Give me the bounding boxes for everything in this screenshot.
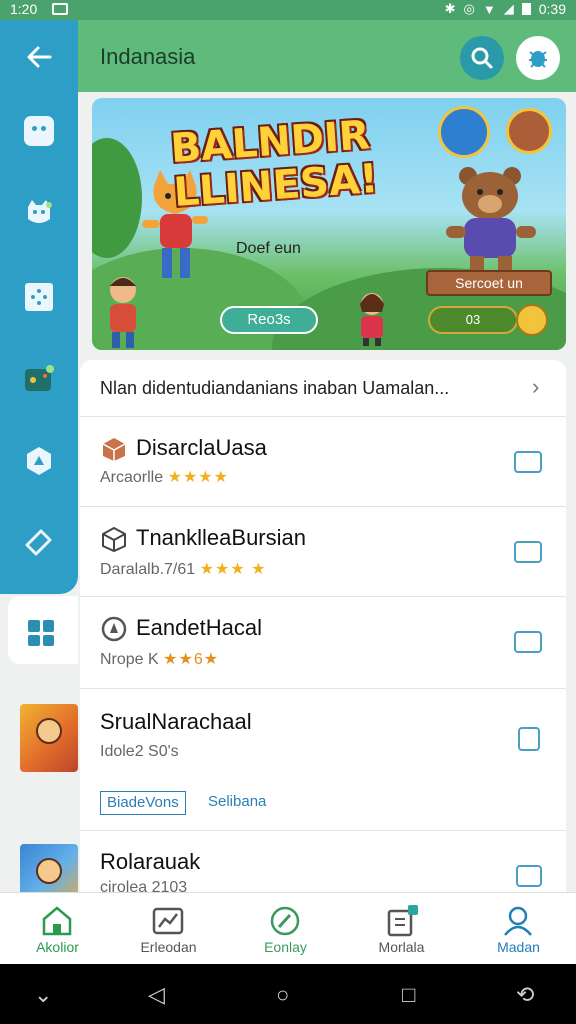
chart-icon xyxy=(152,907,184,935)
banner-badge[interactable]: Sercoet un xyxy=(426,270,552,296)
rail-tag-button[interactable] xyxy=(20,442,58,480)
chevron-right-icon[interactable]: › xyxy=(532,374,539,400)
list-item[interactable]: TnanklleaBursian Daralalb.7/61 ★★★ ★ xyxy=(80,506,566,596)
girl-character xyxy=(360,293,384,346)
status-right-text: 0:39 xyxy=(538,1,566,17)
item-meta: Idole2 S0's xyxy=(100,743,179,760)
ticket-icon xyxy=(25,529,52,556)
game-list-card: Nlan didentudiandanians inaban Uamalan..… xyxy=(80,360,566,900)
status-time: 1:20 xyxy=(10,1,38,17)
rail-cat-button[interactable] xyxy=(20,194,58,232)
list-item[interactable]: SrualNarachaal Idole2 S0's BiadeVons Sel… xyxy=(80,688,566,830)
promo-banner[interactable]: BALNDIR LLINESA! Doef eun Reo3s Sercoet … xyxy=(92,98,566,350)
nav-label: Madan xyxy=(497,939,540,955)
item-name: EandetHacal xyxy=(136,615,262,640)
signal-icon: ◢ xyxy=(503,1,514,16)
tag-link[interactable]: BiadeVons xyxy=(100,791,186,815)
item-name: DisarclaUasa xyxy=(136,435,267,460)
status-bar: 1:20 ✱ ◎ ▼ ◢ 0:39 xyxy=(0,0,576,20)
nav-documents[interactable]: Morlala xyxy=(344,893,459,965)
rating-stars: ★★6★ xyxy=(163,651,220,668)
score-counter: 03 xyxy=(428,306,518,334)
item-checkbox[interactable] xyxy=(514,631,542,653)
game-thumbnail[interactable] xyxy=(20,704,78,772)
nav-profile[interactable]: Madan xyxy=(461,893,576,965)
back-button[interactable] xyxy=(20,38,58,76)
treasure-chest-icon xyxy=(438,106,490,158)
dice-icon xyxy=(25,283,53,311)
tag-hexagon-icon xyxy=(27,447,51,475)
item-checkbox[interactable] xyxy=(514,451,542,473)
nav-explore[interactable]: Eonlay xyxy=(228,893,343,965)
rail-grid-button[interactable] xyxy=(8,596,78,664)
app-header: Indanasia xyxy=(78,20,576,92)
item-meta: Nrope K ★★6★ xyxy=(100,651,220,668)
rail-ticket-button[interactable] xyxy=(20,522,58,560)
treasure-chest-icon xyxy=(506,108,552,154)
bottom-navigation: Akolior Erleodan Eonlay Morlala Madan xyxy=(0,892,576,964)
item-checkbox[interactable] xyxy=(514,541,542,563)
list-item[interactable]: DisarclaUasa Arcaorlle ★★★★ xyxy=(80,416,566,506)
item-meta: Daralalb.7/61 ★★★ ★ xyxy=(100,561,267,578)
grid-icon xyxy=(28,620,54,646)
status-icons: ✱ ◎ ▼ ◢ 0:39 xyxy=(445,1,566,17)
rotate-icon[interactable]: ⟲ xyxy=(516,982,534,1008)
bear-character xyxy=(446,167,536,272)
tag-text[interactable]: Selibana xyxy=(208,793,266,810)
item-name: TnanklleaBursian xyxy=(136,525,306,550)
back-icon[interactable]: ◁ xyxy=(148,982,165,1008)
nav-label: Erleodan xyxy=(140,939,197,955)
nav-label: Eonlay xyxy=(264,939,307,955)
item-name: Rolarauak xyxy=(100,849,201,874)
keyboard-hide-icon[interactable]: ⌄ xyxy=(34,982,52,1008)
battery-icon xyxy=(521,3,531,15)
banner-cta-button[interactable]: Reo3s xyxy=(220,306,318,334)
bluetooth-icon: ✱ xyxy=(444,1,456,16)
coin-icon xyxy=(516,304,548,336)
document-icon xyxy=(387,905,418,937)
bug-icon xyxy=(529,51,547,68)
data-icon: ◎ xyxy=(463,1,475,16)
box-icon xyxy=(102,438,126,461)
game-controller-icon xyxy=(25,365,54,391)
nav-charts[interactable]: Erleodan xyxy=(111,893,226,965)
rating-stars: ★★★ ★ xyxy=(199,561,267,578)
search-button[interactable] xyxy=(460,36,504,80)
kid-character xyxy=(110,277,136,348)
nav-label: Morlala xyxy=(378,939,425,955)
item-checkbox[interactable] xyxy=(516,865,542,887)
item-name: SrualNarachaal xyxy=(100,709,252,734)
cat-face-icon xyxy=(28,200,52,223)
person-icon xyxy=(504,906,532,936)
rail-game-button[interactable] xyxy=(20,360,58,398)
rail-robot-button[interactable] xyxy=(20,112,58,150)
list-header[interactable]: Nlan didentudiandanians inaban Uamalan..… xyxy=(100,378,510,399)
compass-badge-icon xyxy=(101,616,127,642)
wifi-icon: ▼ xyxy=(482,1,496,17)
compass-icon xyxy=(270,906,300,936)
rail-dice-button[interactable] xyxy=(20,278,58,316)
page-title: Indanasia xyxy=(100,44,196,69)
search-icon xyxy=(471,47,493,69)
notification-icon xyxy=(52,3,68,15)
item-meta: Arcaorlle ★★★★ xyxy=(100,469,229,486)
bug-report-button[interactable] xyxy=(516,36,560,80)
nav-home[interactable]: Akolior xyxy=(0,893,115,965)
side-rail xyxy=(0,20,78,594)
rating-stars: ★★★★ xyxy=(167,469,229,486)
recents-icon[interactable]: □ xyxy=(402,982,415,1008)
system-navigation-bar: ⌄ ◁ ○ □ ⟲ xyxy=(0,964,576,1024)
cube-icon xyxy=(102,526,126,553)
banner-subtitle: Doef eun xyxy=(236,240,301,257)
list-item[interactable]: Rolarauak cirolea 2103 xyxy=(80,830,566,900)
banner-title: BALNDIR LLINESA! xyxy=(169,112,380,217)
home-circle-icon[interactable]: ○ xyxy=(276,982,289,1008)
nav-label: Akolior xyxy=(36,939,79,955)
item-checkbox[interactable] xyxy=(518,727,540,751)
robot-face-icon xyxy=(24,116,54,146)
list-item[interactable]: EandetHacal Nrope K ★★6★ xyxy=(80,596,566,688)
home-icon xyxy=(42,906,72,936)
back-arrow-icon xyxy=(27,46,52,68)
